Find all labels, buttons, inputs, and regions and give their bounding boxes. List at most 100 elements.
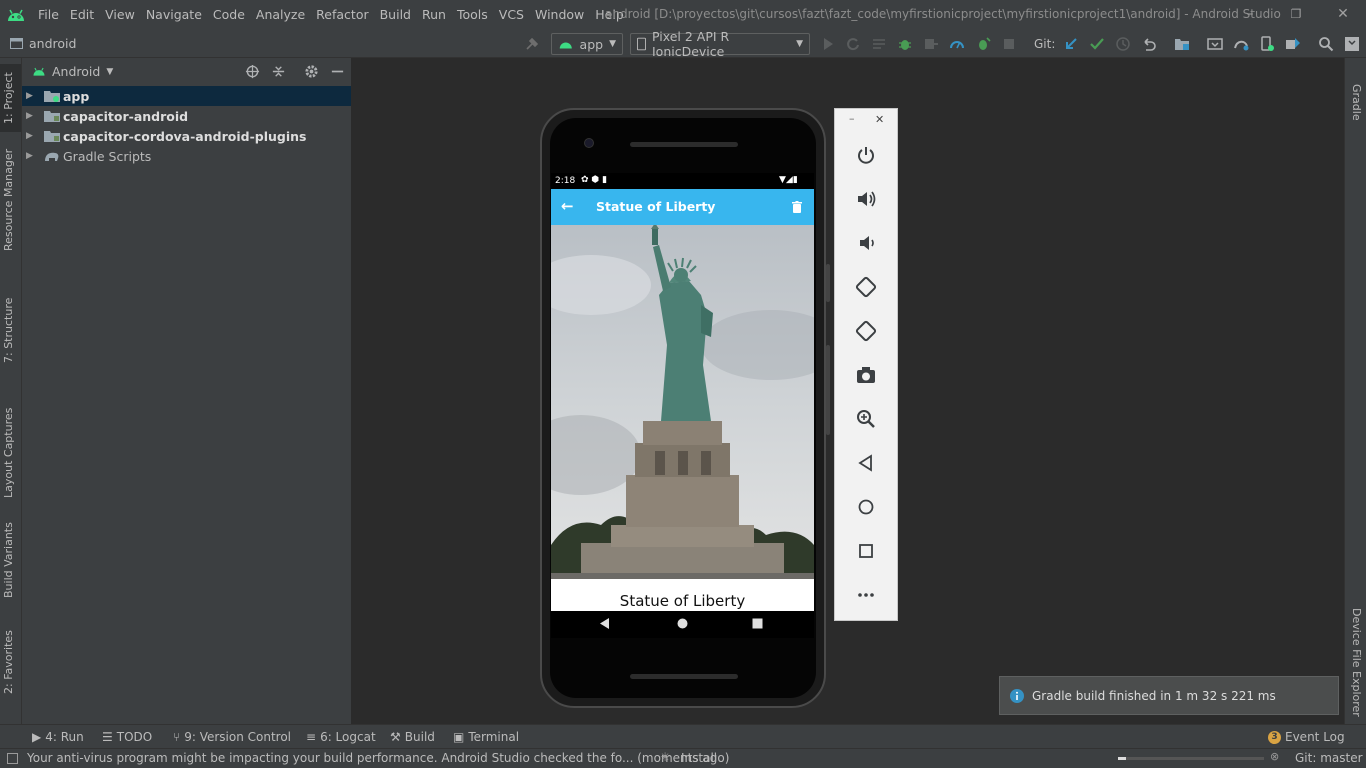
git-update-icon[interactable] bbox=[1063, 36, 1079, 52]
power-icon[interactable] bbox=[855, 144, 877, 166]
breadcrumb[interactable]: android bbox=[10, 36, 76, 51]
avd-manager-icon[interactable] bbox=[1259, 36, 1275, 52]
tab-structure[interactable]: 7: Structure bbox=[2, 298, 15, 363]
menu-build[interactable]: Build bbox=[380, 7, 411, 22]
attach-debugger-icon[interactable] bbox=[923, 36, 939, 52]
tab-gradle[interactable]: Gradle bbox=[1350, 84, 1363, 121]
event-log-tool-button[interactable]: 3 Event Log bbox=[1268, 730, 1345, 744]
tree-item-capacitor-android[interactable]: ▶ capacitor-android bbox=[22, 106, 351, 126]
home-icon[interactable] bbox=[855, 496, 877, 518]
expand-arrow-icon[interactable]: ▶ bbox=[26, 151, 34, 161]
cancel-task-icon[interactable]: ⊗ bbox=[1270, 750, 1279, 763]
sdk-manager-icon[interactable] bbox=[1285, 36, 1301, 52]
tab-favorites[interactable]: 2: Favorites bbox=[2, 630, 15, 694]
nav-back-icon[interactable] bbox=[600, 618, 610, 629]
sync-icon[interactable] bbox=[1207, 36, 1223, 52]
build-tool-button[interactable]: ⚒ Build bbox=[390, 730, 435, 744]
expand-arrow-icon[interactable]: ▶ bbox=[26, 91, 34, 101]
overview-icon[interactable] bbox=[855, 540, 877, 562]
power-side-button bbox=[826, 264, 830, 302]
menu-run[interactable]: Run bbox=[422, 7, 446, 22]
chevron-down-icon[interactable]: ▼ bbox=[106, 67, 113, 77]
stop-icon[interactable] bbox=[1001, 36, 1017, 52]
menu-window[interactable]: Window bbox=[535, 7, 584, 22]
run-tool-button[interactable]: ▶ 4: Run bbox=[32, 730, 84, 744]
more-icon[interactable] bbox=[855, 584, 877, 606]
menu-file[interactable]: File bbox=[38, 7, 59, 22]
progress-bar-fill bbox=[1118, 757, 1126, 760]
git-rollback-icon[interactable] bbox=[1141, 36, 1157, 52]
tab-layout-captures[interactable]: Layout Captures bbox=[2, 408, 15, 498]
trash-icon[interactable] bbox=[792, 201, 802, 213]
gradle-notification[interactable]: Gradle build finished in 1 m 32 s 221 ms bbox=[999, 676, 1339, 715]
status-message[interactable]: Your anti-virus program might be impacti… bbox=[27, 751, 729, 765]
menu-navigate[interactable]: Navigate bbox=[146, 7, 202, 22]
restore-button[interactable]: ❐ bbox=[1286, 4, 1306, 24]
menu-view[interactable]: View bbox=[105, 7, 135, 22]
notification-text: Gradle build finished in 1 m 32 s 221 ms bbox=[1032, 688, 1276, 703]
camera-icon[interactable] bbox=[855, 364, 877, 386]
back-arrow-icon[interactable]: ← bbox=[561, 197, 574, 215]
menu-code[interactable]: Code bbox=[213, 7, 245, 22]
gear-icon[interactable] bbox=[304, 64, 319, 79]
toggle-tool-windows-icon[interactable] bbox=[7, 753, 18, 764]
close-window-button[interactable]: ✕ bbox=[1333, 4, 1353, 24]
volume-down-icon[interactable] bbox=[855, 232, 877, 254]
device-select[interactable]: Pixel 2 API R IonicDevice ▼ bbox=[630, 29, 810, 59]
hammer-icon[interactable] bbox=[524, 36, 540, 52]
rotate-left-icon[interactable] bbox=[855, 276, 877, 298]
search-icon[interactable] bbox=[1318, 36, 1334, 52]
volume-up-icon[interactable] bbox=[855, 188, 877, 210]
run-config-select[interactable]: app ▼ bbox=[551, 33, 623, 55]
bottom-speaker bbox=[630, 674, 738, 679]
tree-item-app[interactable]: ▶ app bbox=[22, 86, 351, 106]
nav-home-icon[interactable] bbox=[677, 618, 688, 629]
tree-item-capacitor-cordova-android-plugins[interactable]: ▶ capacitor-cordova-android-plugins bbox=[22, 126, 351, 146]
expand-arrow-icon[interactable]: ▶ bbox=[26, 111, 34, 121]
minimize-button[interactable]: – bbox=[1240, 4, 1260, 24]
attach-process-icon[interactable] bbox=[975, 36, 991, 52]
menu-vcs[interactable]: VCS bbox=[499, 7, 524, 22]
emulator-close-icon[interactable]: ✕ bbox=[875, 113, 884, 126]
tree-item-label: app bbox=[63, 88, 90, 104]
expand-arrow-icon[interactable]: ▶ bbox=[26, 131, 34, 141]
menu-tools[interactable]: Tools bbox=[457, 7, 488, 22]
tab-resource-manager[interactable]: Resource Manager bbox=[2, 149, 15, 251]
menu-refactor[interactable]: Refactor bbox=[316, 7, 368, 22]
tree-item-gradle-scripts[interactable]: ▶ Gradle Scripts bbox=[22, 146, 351, 166]
module-folder-icon bbox=[44, 91, 60, 102]
git-history-icon[interactable] bbox=[1115, 36, 1131, 52]
emulator-screen[interactable]: 2:18 ✿ ⬢ ▮ ▼◢▮ ← Statue of Liberty Statu… bbox=[551, 173, 814, 638]
back-icon[interactable] bbox=[855, 452, 877, 474]
menu-edit[interactable]: Edit bbox=[70, 7, 94, 22]
menu-analyze[interactable]: Analyze bbox=[256, 7, 305, 22]
apply-changes-icon[interactable] bbox=[845, 36, 861, 52]
hide-panel-icon[interactable] bbox=[330, 64, 345, 79]
logcat-tool-button[interactable]: ≡ 6: Logcat bbox=[306, 730, 376, 744]
tab-device-file-explorer[interactable]: Device File Explorer bbox=[1350, 608, 1363, 717]
git-commit-icon[interactable] bbox=[1089, 36, 1105, 52]
project-structure-icon[interactable] bbox=[1174, 36, 1190, 52]
gradle-sync-icon[interactable] bbox=[1233, 36, 1249, 52]
zoom-icon[interactable] bbox=[855, 408, 877, 430]
rotate-right-icon[interactable] bbox=[855, 320, 877, 342]
tab-build-variants[interactable]: Build Variants bbox=[2, 522, 15, 598]
project-view-select[interactable]: Android bbox=[52, 64, 100, 79]
assistant-icon[interactable] bbox=[1344, 36, 1360, 52]
locate-icon[interactable] bbox=[245, 64, 260, 79]
android-status-bar: 2:18 ✿ ⬢ ▮ ▼◢▮ bbox=[551, 173, 814, 189]
todo-tool-button[interactable]: ☰ TODO bbox=[102, 730, 152, 744]
background-task[interactable]: Install bbox=[681, 751, 717, 765]
tab-project[interactable]: 1: Project bbox=[2, 72, 15, 124]
debug-icon[interactable] bbox=[897, 36, 913, 52]
version-control-tool-button[interactable]: ⑂ 9: Version Control bbox=[173, 730, 291, 744]
profiler-icon[interactable] bbox=[949, 36, 965, 52]
nav-overview-icon[interactable] bbox=[752, 618, 763, 629]
terminal-tool-button[interactable]: ▣ Terminal bbox=[453, 730, 519, 744]
run-icon[interactable] bbox=[820, 36, 836, 52]
collapse-all-icon[interactable] bbox=[271, 64, 286, 79]
git-branch[interactable]: Git: master bbox=[1295, 751, 1363, 765]
left-tool-strip: 1: Project Resource Manager 7: Structure… bbox=[0, 58, 22, 724]
apply-code-changes-icon[interactable] bbox=[871, 36, 887, 52]
emulator-minimize-icon[interactable]: – bbox=[849, 112, 855, 125]
